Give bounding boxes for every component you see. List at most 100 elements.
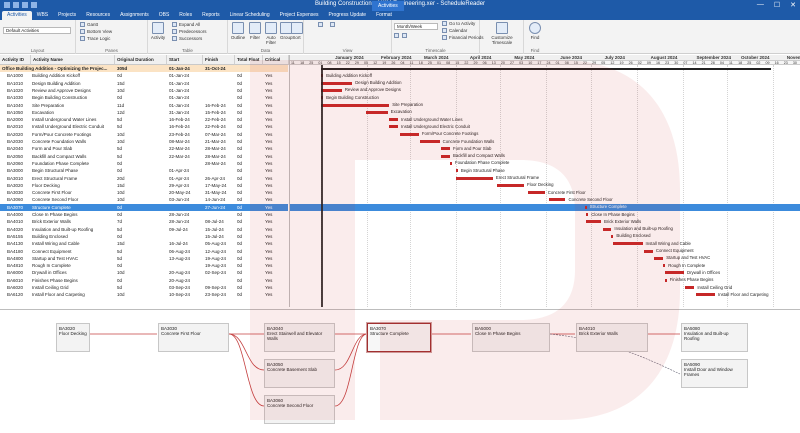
network-node[interactable]: BA4010 Brick Exterior Walls bbox=[576, 323, 648, 352]
table-row[interactable]: BA6120 Install Floor and Carpeting 10d 10-S… bbox=[0, 291, 288, 298]
table-row[interactable]: BA6010 Finishes Phase Begins 0d 20-Aug-24 0d… bbox=[0, 277, 288, 284]
table-row[interactable]: BA4130 Install Wiring and Cable 15d 16-Jul-… bbox=[0, 240, 288, 247]
gantt-bar[interactable] bbox=[602, 227, 612, 231]
table-row[interactable]: BA3060 Concrete Second Floor 10d 03-Jun-24 1… bbox=[0, 196, 288, 203]
table-row[interactable]: BA2000 Install Underground Water Lines 5d 1… bbox=[0, 116, 288, 123]
gantt-bar[interactable] bbox=[399, 132, 419, 136]
col-total-float[interactable]: Total Float bbox=[235, 55, 263, 65]
table-row[interactable]: BA4000 Close In Phase Begins 0d 28-Jun-24 0d… bbox=[0, 211, 288, 218]
bottom-view-toggle[interactable]: Bottom View bbox=[80, 29, 112, 34]
gantt-bar[interactable] bbox=[321, 88, 342, 92]
timescale-right[interactable] bbox=[402, 33, 407, 38]
network-node[interactable]: BA5080 Insulation and Built-up Roofing bbox=[681, 323, 748, 352]
table-row[interactable]: BA1010 Design Building Addition 15d 01-Jan-… bbox=[0, 80, 288, 87]
gantt-bar[interactable] bbox=[449, 161, 452, 165]
table-row[interactable]: BA5155 Building Enclosed 0d 15-Jul-24 0d Yes bbox=[0, 233, 288, 240]
table-row[interactable]: BA4800 Startup and Test HVAC 5d 13-Aug-24 19… bbox=[0, 255, 288, 262]
table-row[interactable]: BA4810 Rough In Complete 0d 19-Aug-24 0d Yes bbox=[0, 262, 288, 269]
col-original-duration[interactable]: Original Duration bbox=[115, 55, 167, 65]
table-row[interactable]: BA3020 Floor Decking 15d 29-Apr-24 17-May-24… bbox=[0, 182, 288, 189]
table-row[interactable]: BA4180 Connect Equipment 5d 06-Aug-24 12-Aug… bbox=[0, 248, 288, 255]
network-node[interactable]: BA3050 Concrete Basement Slab bbox=[264, 359, 335, 388]
gantt-bar[interactable] bbox=[549, 198, 566, 202]
table-row[interactable]: BA2020 Form/Pour Concrete Footings 10d 23-F… bbox=[0, 131, 288, 138]
menu-format[interactable]: Format bbox=[371, 11, 397, 20]
gantt-bar[interactable] bbox=[455, 176, 493, 180]
gantt-bar[interactable] bbox=[612, 242, 643, 246]
successors-button[interactable]: Successors bbox=[172, 36, 202, 41]
table-row[interactable]: BA2030 Concrete Foundation Walls 10d 08-Mar… bbox=[0, 138, 288, 145]
outline-button[interactable]: Outline bbox=[230, 22, 246, 40]
gantt-bar[interactable] bbox=[695, 293, 716, 297]
network-node[interactable]: BA5090 Install Door and Window Frames bbox=[681, 359, 748, 388]
gantt-bar[interactable] bbox=[321, 81, 353, 85]
gantt-bar[interactable] bbox=[685, 286, 695, 289]
menu-roles[interactable]: Roles bbox=[174, 11, 197, 20]
table-row[interactable]: BA1030 Begin Building Construction 0d 01-Ja… bbox=[0, 94, 288, 101]
gantt-bar[interactable] bbox=[654, 256, 664, 260]
close-icon[interactable]: ✕ bbox=[790, 1, 796, 9]
table-row[interactable]: BA3010 Erect Structural Frame 20d 01-Apr-24… bbox=[0, 175, 288, 182]
table-row[interactable]: BA6020 Install Ceiling Grid 5d 03-Sep-24 09-… bbox=[0, 284, 288, 291]
gantt-bar[interactable] bbox=[389, 118, 399, 122]
gantt-bar[interactable] bbox=[389, 125, 399, 129]
gantt-bar[interactable] bbox=[584, 205, 587, 209]
expand-all-button[interactable]: Expand All bbox=[172, 22, 200, 27]
menu-project-expenses[interactable]: Project Expenses bbox=[275, 11, 324, 20]
timescale-combo[interactable]: Month/Week bbox=[394, 23, 438, 30]
network-node-selected[interactable]: BA3070 Structure Complete bbox=[367, 323, 431, 352]
activity-button[interactable]: Activity bbox=[150, 22, 166, 40]
gantt-bar[interactable] bbox=[664, 271, 684, 275]
table-row[interactable]: BA3030 Concrete First Floor 10d 20-May-24 31… bbox=[0, 189, 288, 196]
gantt-bar[interactable] bbox=[321, 103, 390, 107]
gantt-bar[interactable] bbox=[441, 154, 450, 158]
gantt-bar[interactable] bbox=[643, 249, 653, 253]
find-button[interactable]: Find bbox=[526, 22, 544, 40]
menu-activities[interactable]: Activities bbox=[2, 11, 32, 20]
col-critical[interactable]: Critical bbox=[263, 55, 289, 65]
go-to-activity-button[interactable]: Go to Activity bbox=[442, 21, 475, 26]
financial-periods-button[interactable]: Financial Periods bbox=[442, 35, 484, 40]
gantt-bar[interactable] bbox=[441, 147, 450, 151]
trace-logic-view[interactable]: BA3020 Floor Decking BA3030 Concrete First… bbox=[0, 309, 800, 433]
calendar-button[interactable]: Calendar bbox=[442, 28, 467, 33]
wbs-row[interactable]: Office Building Addition - Optimizing th… bbox=[0, 65, 288, 73]
col-finish[interactable]: Finish bbox=[203, 55, 235, 65]
gantt-bar[interactable] bbox=[664, 278, 667, 282]
gantt-bar[interactable] bbox=[663, 264, 666, 268]
col-activity-name[interactable]: Activity Name bbox=[31, 55, 115, 65]
predecessors-button[interactable]: Predecessors bbox=[172, 29, 207, 34]
network-node[interactable]: BA3040 Erect Stairwell and Elevator Walls bbox=[264, 323, 335, 352]
table-row[interactable]: BA2010 Install Underground Electric Condu… bbox=[0, 123, 288, 130]
layout-combo[interactable]: Default Activities bbox=[3, 27, 71, 34]
timescale-left[interactable] bbox=[394, 33, 399, 38]
menu-wbs[interactable]: WBS bbox=[32, 11, 53, 20]
customize-timescale-button[interactable]: Customize Timescale bbox=[484, 22, 520, 45]
group-button[interactable]: Group bbox=[280, 22, 293, 40]
menu-reports[interactable]: Reports bbox=[197, 11, 225, 20]
minimize-icon[interactable]: — bbox=[757, 1, 764, 9]
table-row[interactable]: BA1020 Review and Approve Designs 10d 01-Ja… bbox=[0, 87, 288, 94]
menu-obs[interactable]: OBS bbox=[154, 11, 175, 20]
trace-logic-toggle[interactable]: Trace Logic bbox=[80, 36, 110, 41]
menu-assignments[interactable]: Assignments bbox=[115, 11, 154, 20]
table-row[interactable]: BA2060 Foundation Phase Complete 0d 28-Mar-… bbox=[0, 160, 288, 167]
network-node[interactable]: BA3020 Floor Decking bbox=[56, 323, 90, 352]
gantt-bar[interactable] bbox=[420, 140, 440, 143]
gantt-bar[interactable] bbox=[586, 213, 589, 216]
timescale-zoom-out[interactable] bbox=[330, 22, 335, 27]
menu-linear-scheduling[interactable]: Linear Scheduling bbox=[225, 11, 275, 20]
network-node[interactable]: BA5000 Close In Phase Begins bbox=[472, 323, 550, 352]
gantt-bar[interactable] bbox=[611, 234, 614, 238]
network-node[interactable]: BA3060 Concrete Second Floor bbox=[264, 395, 335, 424]
table-row[interactable]: BA2050 Backfill and Compact Walls 5d 22-Mar… bbox=[0, 153, 288, 160]
sort-button[interactable]: Sort bbox=[291, 22, 303, 40]
table-row[interactable]: BA1000 Building Addition Kickoff 0d 01-Jan-… bbox=[0, 72, 288, 79]
maximize-icon[interactable]: ☐ bbox=[774, 1, 780, 9]
gantt-bar[interactable] bbox=[365, 110, 388, 114]
table-row[interactable]: BA3070 Structure Complete 0d 27-Jun-24 0d Yes bbox=[0, 203, 288, 211]
gantt-chart[interactable]: January 2024 February 2024 March 2024 April… bbox=[289, 55, 800, 307]
table-row[interactable]: BA1050 Excavation 12d 31-Jan-24 15-Feb-24 0d Y… bbox=[0, 109, 288, 116]
menu-projects[interactable]: Projects bbox=[53, 11, 81, 20]
menu-resources[interactable]: Resources bbox=[81, 11, 115, 20]
